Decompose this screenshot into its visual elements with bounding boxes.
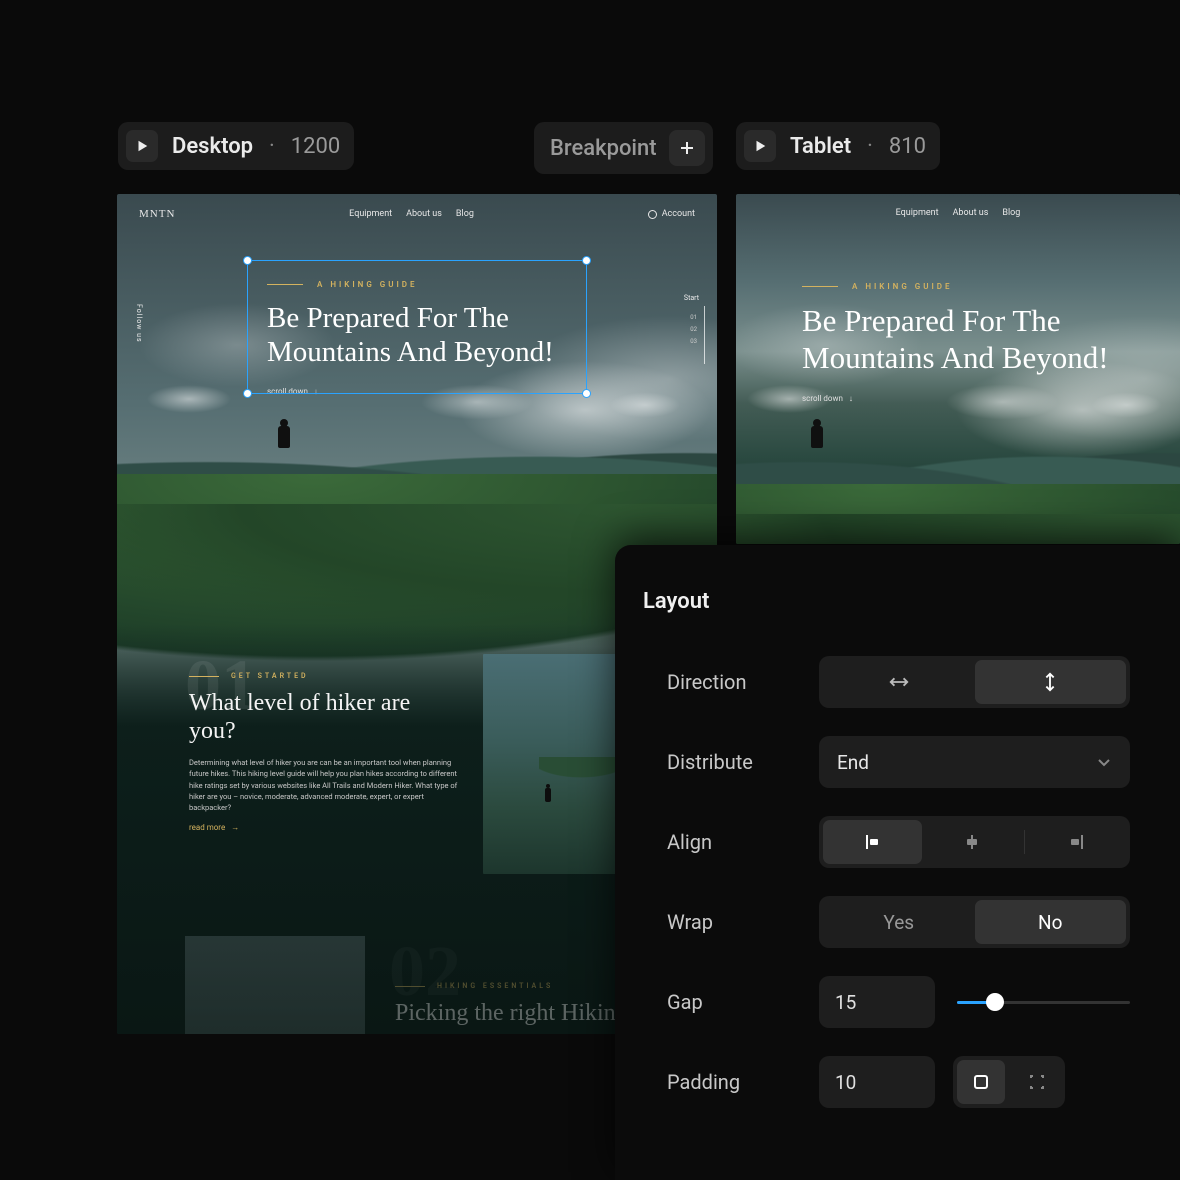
align-end-button[interactable] <box>1027 820 1126 864</box>
breakpoint-desktop-header: Desktop · 1200 <box>118 122 354 170</box>
selection-box[interactable] <box>247 260 587 394</box>
play-icon <box>135 139 149 153</box>
wrap-yes-button[interactable]: Yes <box>823 900 975 944</box>
hero-title: Be Prepared For The Mountains And Beyond… <box>802 303 1172 376</box>
start-label: Start <box>684 294 699 302</box>
align-start-button[interactable] <box>823 820 922 864</box>
distribute-value: End <box>837 751 869 774</box>
direction-vertical-button[interactable] <box>975 660 1127 704</box>
hero-eyebrow: A HIKING GUIDE <box>852 282 953 291</box>
align-center-icon <box>962 832 982 852</box>
gap-slider[interactable] <box>957 976 1130 1028</box>
sec01-image <box>483 654 623 874</box>
distribute-select[interactable]: End <box>819 736 1130 788</box>
selection-handle-bottom-right[interactable] <box>582 389 591 398</box>
selection-handle-top-right[interactable] <box>582 256 591 265</box>
align-label: Align <box>643 830 819 854</box>
layout-panel: Layout Direction Distribute End Align <box>615 545 1180 1180</box>
breakpoint-add-label: Breakpoint <box>550 136 657 161</box>
padding-input[interactable]: 10 <box>819 1056 935 1108</box>
account-icon <box>648 210 657 219</box>
separator: · <box>269 134 275 159</box>
wrap-label: Wrap <box>643 910 819 934</box>
add-breakpoint-button[interactable] <box>669 130 705 166</box>
scroll-label: scroll down <box>802 394 843 403</box>
align-center-button[interactable] <box>922 820 1021 864</box>
play-icon <box>753 139 767 153</box>
sec01-eyebrow: GET STARTED <box>231 672 309 680</box>
nav-equipment: Equipment <box>349 209 392 219</box>
distribute-label: Distribute <box>643 750 819 774</box>
wrap-toggle: Yes No <box>819 896 1130 948</box>
sec01-body: Determining what level of hiker you are … <box>189 757 459 813</box>
padding-mode-toggle <box>953 1056 1065 1108</box>
align-start-icon <box>863 832 883 852</box>
nav-account: Account <box>662 209 695 219</box>
padding-individual-button[interactable] <box>1013 1060 1061 1104</box>
nav-blog: Blog <box>1002 208 1020 218</box>
start-line <box>704 306 705 364</box>
breakpoint-tablet-size: 810 <box>889 134 926 159</box>
padding-uniform-icon <box>971 1072 991 1092</box>
play-button-desktop[interactable] <box>126 130 158 162</box>
direction-toggle <box>819 656 1130 708</box>
direction-horizontal-button[interactable] <box>823 660 975 704</box>
nav-about: About us <box>406 209 442 219</box>
play-button-tablet[interactable] <box>744 130 776 162</box>
align-toggle <box>819 816 1130 868</box>
arrow-horizontal-icon <box>888 671 910 693</box>
arrow-down-icon: ↓ <box>849 394 853 403</box>
arrow-right-icon: → <box>231 823 239 832</box>
breakpoint-tablet-header: Tablet · 810 <box>736 122 940 170</box>
hero-block: A HIKING GUIDE Be Prepared For The Mount… <box>802 282 1172 403</box>
selection-handle-bottom-left[interactable] <box>243 389 252 398</box>
nav-blog: Blog <box>456 209 474 219</box>
sec02-eyebrow: HIKING ESSENTIALS <box>437 982 553 990</box>
chevron-down-icon <box>1096 754 1112 770</box>
padding-label: Padding <box>643 1070 819 1094</box>
site-nav: MNTN Equipment About us Blog Account <box>139 208 695 220</box>
direction-label: Direction <box>643 670 819 694</box>
start-nums: 01 02 03 <box>690 312 697 348</box>
align-end-icon <box>1066 832 1086 852</box>
breakpoint-desktop-label[interactable]: Desktop <box>172 134 253 159</box>
site-logo: MNTN <box>139 208 175 220</box>
canvas-frame-tablet[interactable]: Equipment About us Blog A HIKING GUIDE B… <box>736 194 1180 544</box>
breakpoint-desktop-size: 1200 <box>291 134 340 159</box>
sec02-image <box>185 936 365 1034</box>
panel-title: Layout <box>643 589 1130 614</box>
section-number: 01 <box>185 644 257 727</box>
plus-icon <box>679 140 695 156</box>
gap-input[interactable]: 15 <box>819 976 935 1028</box>
section-number: 02 <box>389 930 461 1013</box>
follow-us: Follow us <box>135 304 143 343</box>
breakpoint-add-group: Breakpoint <box>534 122 713 174</box>
separator: · <box>867 134 873 159</box>
readmore-label: read more <box>189 823 225 832</box>
nav-about: About us <box>953 208 989 218</box>
breakpoint-tablet-label[interactable]: Tablet <box>790 134 851 159</box>
nav-equipment: Equipment <box>896 208 939 218</box>
site-nav: Equipment About us Blog <box>754 208 1162 218</box>
arrow-vertical-icon <box>1039 671 1061 693</box>
padding-uniform-button[interactable] <box>957 1060 1005 1104</box>
wrap-no-button[interactable]: No <box>975 900 1127 944</box>
gap-label: Gap <box>643 990 819 1014</box>
selection-handle-top-left[interactable] <box>243 256 252 265</box>
padding-individual-icon <box>1027 1072 1047 1092</box>
